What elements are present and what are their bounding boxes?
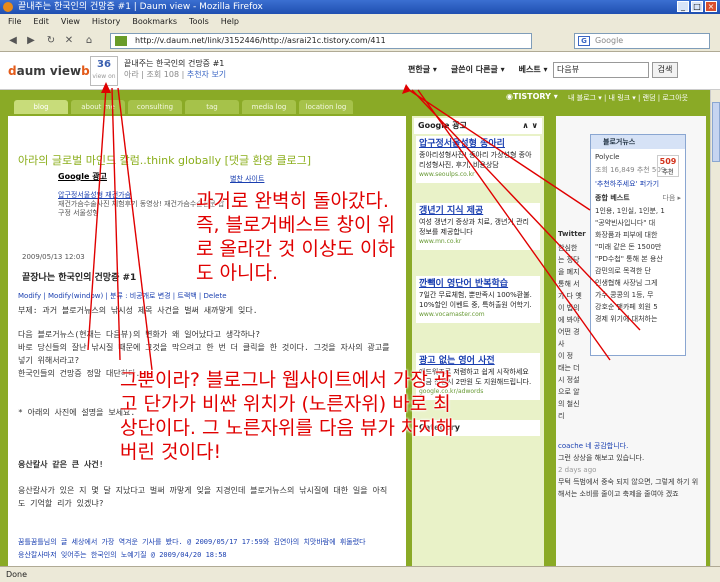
best-item[interactable]: 경제 위기에 대처하는 bbox=[595, 313, 681, 325]
best-item[interactable]: "PD수첩" 통해 본 용산 bbox=[595, 253, 681, 265]
menu-file[interactable]: File bbox=[8, 14, 21, 30]
nav-author-posts[interactable]: 글쓴이 다른글 ▾ bbox=[451, 64, 505, 75]
home-icon[interactable]: ⌂ bbox=[82, 34, 96, 48]
blog-tabs: blog about me consulting tag media log l… bbox=[14, 100, 353, 114]
blogger-news-widget: 블로거뉴스 Polycle 조회 16,849 추천 509 509 추천 '추천… bbox=[590, 134, 686, 356]
minimize-button[interactable]: _ bbox=[677, 1, 689, 12]
blog-main-column: 아라의 글로벌 마인드 칼럼..think globally [댓글 환영 클로… bbox=[8, 116, 406, 566]
menu-edit[interactable]: Edit bbox=[33, 14, 49, 30]
reload-icon[interactable]: ↻ bbox=[44, 34, 58, 48]
menu-bookmarks[interactable]: Bookmarks bbox=[132, 14, 177, 30]
best-item[interactable]: 1인용, 1인실, 1인분, 1 bbox=[595, 205, 681, 217]
twitter-line: 그런 상상을 해보고 있습니다. bbox=[558, 454, 645, 462]
tab-media-log[interactable]: media log bbox=[242, 100, 296, 114]
tistory-logo[interactable]: ◉TISTORY ▾ bbox=[506, 92, 558, 101]
trackback-link[interactable]: 응산칼사마저 잊어주는 한국인의 노예기질 @ 2009/04/20 18:58 bbox=[18, 549, 390, 562]
best-list: 1인용, 1인실, 1인분, 1 "공약빈사입니다" 대 화장품과 피부에 대한… bbox=[591, 203, 685, 327]
google-icon: G bbox=[578, 36, 590, 46]
twitter-line: 무턱 득범에서 중숙 되지 않으면, 그렇게 하기 위해서는 소비를 줄이고 축… bbox=[558, 478, 699, 498]
tab-blog[interactable]: blog bbox=[14, 100, 68, 114]
blog-title[interactable]: 아라의 글로벌 마인드 칼럼..think globally [댓글 환영 클로… bbox=[18, 152, 311, 168]
tistory-top-links[interactable]: 내 블로그 ▾ | 내 링크 ▾ | 랜덤 | 로그아웃 bbox=[568, 93, 688, 103]
recommenders-link[interactable]: 추천자 보기 bbox=[187, 70, 226, 79]
trackback-link[interactable]: 꿈틀꿈틀님의 글 세상에서 가장 역겨운 기사를 봤다. @ 2009/05/1… bbox=[18, 536, 390, 549]
vote-count: 36 bbox=[97, 59, 111, 70]
maximize-button[interactable]: □ bbox=[691, 1, 703, 12]
widget-more-link[interactable]: 다음 ▸ bbox=[662, 193, 681, 203]
post-info-title: 끝내주는 한국인의 건망증 #1 bbox=[124, 59, 225, 68]
title-bar: 끝내주는 한국인의 건망증 #1 | Daum view - Mozilla F… bbox=[0, 0, 720, 14]
google-ad-label: Google 광고 bbox=[58, 172, 107, 181]
twitter-line: 태는 더 bbox=[558, 364, 580, 372]
daum-view-bar: daum viewb 36 view on 끝내주는 한국인의 건망증 #1 아… bbox=[0, 52, 720, 90]
scrollbar-thumb[interactable] bbox=[712, 102, 720, 162]
widget-title: 블로거뉴스 bbox=[591, 135, 685, 149]
tab-location-log[interactable]: location log bbox=[299, 100, 353, 114]
back-icon[interactable]: ◀ bbox=[6, 34, 20, 48]
forward-icon[interactable]: ▶ bbox=[24, 34, 38, 48]
nav-prev-next[interactable]: 편한글 ▾ bbox=[408, 64, 437, 75]
daum-search-button[interactable]: 검색 bbox=[652, 62, 678, 78]
stop-icon[interactable]: ✕ bbox=[62, 34, 76, 48]
sidebar-ad-header: Google 광고 ∧ ∨ bbox=[414, 118, 542, 134]
status-bar: Done bbox=[0, 566, 720, 582]
sidebar-ad[interactable]: 깐빽이 영단어 반복학습 7일간 무료체험, 뿐만족시 100%환불. 10%할… bbox=[416, 276, 540, 323]
google-ad-sidebar: Google 광고 ∧ ∨ 압구정서울성형 종아리 종아리성형사진! 종아리 가… bbox=[412, 116, 544, 566]
tab-consulting[interactable]: consulting bbox=[128, 100, 182, 114]
best-item[interactable]: 강호순 팬카페 회원 5 bbox=[595, 301, 681, 313]
daum-search-input[interactable]: 다음뷰 bbox=[553, 62, 649, 78]
annotation-bottom: 그뿐이라? 블로그나 웹사이트에서 가장 광 고 단가가 비싼 위치가 (노른자… bbox=[120, 369, 454, 463]
close-button[interactable]: × bbox=[705, 1, 717, 12]
post-info: 끝내주는 한국인의 건망증 #1 아라 | 조회 108 | 추천자 보기 bbox=[124, 58, 226, 80]
menu-bar: File Edit View History Bookmarks Tools H… bbox=[0, 14, 720, 30]
vote-label: view on bbox=[92, 73, 116, 80]
twitter-line: 으로 알 bbox=[558, 388, 580, 396]
menu-view[interactable]: View bbox=[61, 14, 80, 30]
twitter-line: 리 bbox=[558, 412, 565, 420]
widget-best-header: 종합 베스트 다음 ▸ bbox=[595, 193, 681, 203]
menu-help[interactable]: Help bbox=[221, 14, 239, 30]
best-item[interactable]: "공약빈사입니다" 대 bbox=[595, 217, 681, 229]
search-placeholder: Google bbox=[595, 36, 624, 45]
next-site-link[interactable]: 별찬 사이트 bbox=[230, 174, 264, 184]
widget-count[interactable]: 509 추천 bbox=[657, 155, 679, 177]
best-item[interactable]: 화장품과 피부에 대한 bbox=[595, 229, 681, 241]
vote-box[interactable]: 36 view on bbox=[90, 56, 118, 86]
tab-tag[interactable]: tag bbox=[185, 100, 239, 114]
sidebar-ad[interactable]: 갱년기 지식 제공 여성 갱년기 증상과 치료, 갱년기 관리 정보를 제공합니… bbox=[416, 203, 540, 250]
post-info-meta: 아라 | 조회 108 | bbox=[124, 70, 185, 79]
menu-history[interactable]: History bbox=[92, 14, 120, 30]
best-item[interactable]: 감민의로 목격한 단 bbox=[595, 265, 681, 277]
window-title: 끝내주는 한국인의 건망증 #1 | Daum view - Mozilla F… bbox=[18, 2, 263, 12]
best-item[interactable]: 가수 콩콩의 1등, 무 bbox=[595, 289, 681, 301]
best-item[interactable]: "미래 같은 돈 1500만 bbox=[595, 241, 681, 253]
tab-about-me[interactable]: about me bbox=[71, 100, 125, 114]
twitter-line: coache 네 공감합니다. bbox=[558, 442, 629, 450]
ad-nav-arrows[interactable]: ∧ ∨ bbox=[522, 118, 538, 134]
post-subtitle: 부제: 과거 블로거뉴스의 낚시성 제목 사건을 벌써 새까맣게 잊다. bbox=[18, 306, 258, 315]
browser-window: 끝내주는 한국인의 건망증 #1 | Daum view - Mozilla F… bbox=[0, 0, 720, 582]
post-paragraph: 응산칼사가 있은 지 몇 달 지났다고 벌써 까맣게 잊을 지경인데 블로거뉴스… bbox=[18, 486, 388, 508]
twitter-line: 의 철신 bbox=[558, 400, 580, 408]
vertical-scrollbar[interactable] bbox=[710, 90, 720, 566]
url-bar[interactable]: http://v.daum.net/link/3152446/http://as… bbox=[110, 33, 532, 49]
annotation-top: 과거로 완벽히 돌아갔다. 즉, 블로거베스트 창이 위 로 올라간 것 이상도… bbox=[196, 190, 395, 284]
navigation-toolbar: ◀ ▶ ↻ ✕ ⌂ http://v.daum.net/link/3152446… bbox=[0, 30, 720, 52]
firefox-icon bbox=[3, 2, 13, 12]
site-favicon-icon bbox=[115, 36, 127, 46]
twitter-line: 2 days ago bbox=[558, 466, 597, 474]
twitter-line: 시 정설 bbox=[558, 376, 580, 384]
post-date: 2009/05/13 12:03 bbox=[22, 253, 85, 261]
nav-best[interactable]: 베스트 ▾ bbox=[519, 64, 548, 75]
menu-tools[interactable]: Tools bbox=[189, 14, 209, 30]
url-text: http://v.daum.net/link/3152446/http://as… bbox=[135, 36, 386, 45]
post-title[interactable]: 끝장나는 한국인의 건망증 #1 bbox=[22, 270, 136, 283]
daum-view-logo[interactable]: daum viewb bbox=[8, 64, 90, 78]
post-admin-links[interactable]: Modify | Modify(window) | 분류 : 비공개로 변경 |… bbox=[18, 291, 227, 301]
sidebar-ad[interactable]: 압구정서울성형 종아리 종아리성형사진! 종아리 가상성형 종아리성형사진, 후… bbox=[416, 136, 540, 183]
search-bar[interactable]: G Google bbox=[574, 33, 710, 49]
daum-nav: 편한글 ▾ 글쓴이 다른글 ▾ 베스트 ▾ bbox=[408, 64, 548, 75]
best-item[interactable]: 인생협해 사장님 그게 bbox=[595, 277, 681, 289]
